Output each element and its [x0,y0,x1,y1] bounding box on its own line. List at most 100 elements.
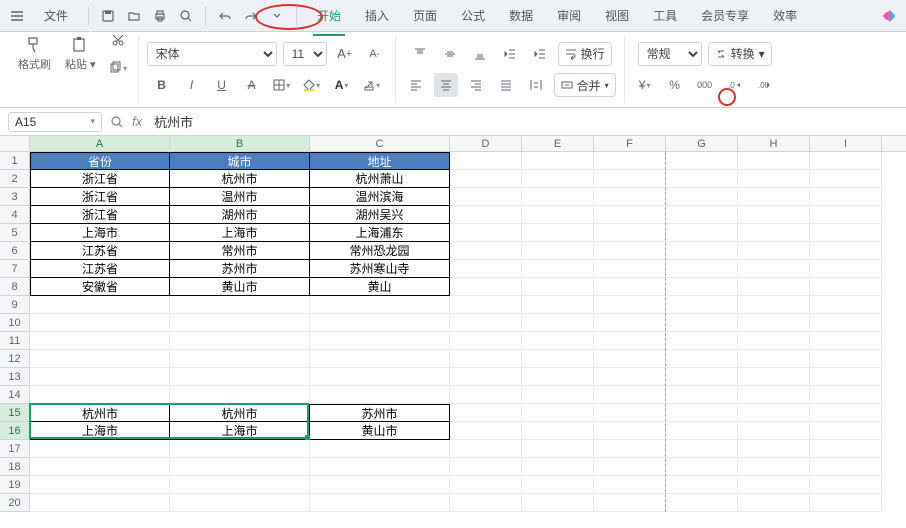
cell[interactable] [522,206,594,224]
tab-数据[interactable]: 数据 [497,1,545,30]
row-header-20[interactable]: 20 [0,494,30,512]
cell[interactable]: 江苏省 [30,242,170,260]
cell[interactable] [738,296,810,314]
cell[interactable]: 浙江省 [30,206,170,224]
tab-审阅[interactable]: 审阅 [545,1,593,30]
row-header-11[interactable]: 11 [0,332,30,350]
cell[interactable] [594,458,666,476]
cell[interactable] [594,314,666,332]
cell[interactable]: 苏州市 [310,404,450,422]
cell[interactable] [666,152,738,170]
cell[interactable] [738,314,810,332]
cell[interactable]: 黄山市 [170,278,310,296]
row-header-18[interactable]: 18 [0,458,30,476]
cell[interactable]: 上海市 [170,224,310,242]
cell[interactable] [450,224,522,242]
redo-icon[interactable] [240,5,262,27]
cell[interactable]: 城市 [170,152,310,170]
number-format-select[interactable]: 常规 [638,42,702,66]
cell[interactable] [310,332,450,350]
indent-decrease-icon[interactable] [498,42,522,66]
increase-font-icon[interactable]: A+ [333,42,357,66]
cell[interactable] [738,332,810,350]
cell[interactable] [522,332,594,350]
tab-公式[interactable]: 公式 [449,1,497,30]
cell[interactable]: 杭州市 [170,170,310,188]
row-header-4[interactable]: 4 [0,206,30,224]
cell[interactable] [594,494,666,512]
cell[interactable] [594,422,666,440]
cell[interactable] [810,224,882,242]
cell[interactable]: 浙江省 [30,188,170,206]
cell[interactable]: 温州市 [170,188,310,206]
row-header-12[interactable]: 12 [0,350,30,368]
cell[interactable] [738,152,810,170]
cell[interactable] [170,440,310,458]
cell[interactable] [30,350,170,368]
cell[interactable] [810,332,882,350]
cell[interactable]: 苏州市 [170,260,310,278]
row-header-5[interactable]: 5 [0,224,30,242]
cell[interactable] [450,242,522,260]
cell[interactable] [30,476,170,494]
cell[interactable] [738,386,810,404]
cell[interactable] [738,368,810,386]
row-header-15[interactable]: 15 [0,404,30,422]
align-middle-icon[interactable] [438,42,462,66]
cell[interactable] [810,440,882,458]
font-size-select[interactable]: 11 [283,42,327,66]
cell[interactable] [450,188,522,206]
cell[interactable] [450,206,522,224]
col-header-B[interactable]: B [170,136,310,151]
cell[interactable] [810,296,882,314]
col-header-E[interactable]: E [522,136,594,151]
align-justify-icon[interactable] [494,73,518,97]
cell[interactable] [450,314,522,332]
cell[interactable] [522,242,594,260]
cell[interactable]: 上海浦东 [310,224,450,242]
cell[interactable] [738,350,810,368]
cell[interactable] [738,476,810,494]
cell[interactable]: 湖州吴兴 [310,206,450,224]
cell[interactable] [522,458,594,476]
cell[interactable] [594,260,666,278]
row-header-6[interactable]: 6 [0,242,30,260]
tab-页面[interactable]: 页面 [401,1,449,30]
cell[interactable] [310,476,450,494]
col-header-H[interactable]: H [738,136,810,151]
align-right-icon[interactable] [464,73,488,97]
cell[interactable]: 常州恐龙园 [310,242,450,260]
convert-button[interactable]: 转换 ▾ [708,42,772,66]
cell[interactable] [522,314,594,332]
cell[interactable] [450,422,522,440]
col-header-A[interactable]: A [30,136,170,151]
cell[interactable] [594,386,666,404]
cell[interactable] [666,278,738,296]
cell[interactable] [810,188,882,206]
cell[interactable] [666,404,738,422]
cell[interactable] [666,368,738,386]
row-header-9[interactable]: 9 [0,296,30,314]
row-header-19[interactable]: 19 [0,476,30,494]
cell[interactable] [810,170,882,188]
cell[interactable] [522,188,594,206]
cell[interactable] [30,386,170,404]
cell[interactable] [522,494,594,512]
save-icon[interactable] [97,5,119,27]
cells-grid[interactable]: 省份城市地址浙江省杭州市杭州萧山浙江省温州市温州滨海浙江省湖州市湖州吴兴上海市上… [30,152,906,512]
col-header-D[interactable]: D [450,136,522,151]
cell[interactable] [522,152,594,170]
align-bottom-icon[interactable] [468,42,492,66]
cell[interactable] [666,224,738,242]
format-painter-button[interactable]: 格式刷 [14,34,55,74]
cell[interactable] [594,278,666,296]
cell[interactable] [738,206,810,224]
cell[interactable] [522,368,594,386]
cell[interactable] [666,242,738,260]
cell[interactable] [522,440,594,458]
cell[interactable] [666,332,738,350]
cell[interactable] [666,422,738,440]
cell[interactable]: 省份 [30,152,170,170]
cell[interactable] [594,152,666,170]
tab-视图[interactable]: 视图 [593,1,641,30]
